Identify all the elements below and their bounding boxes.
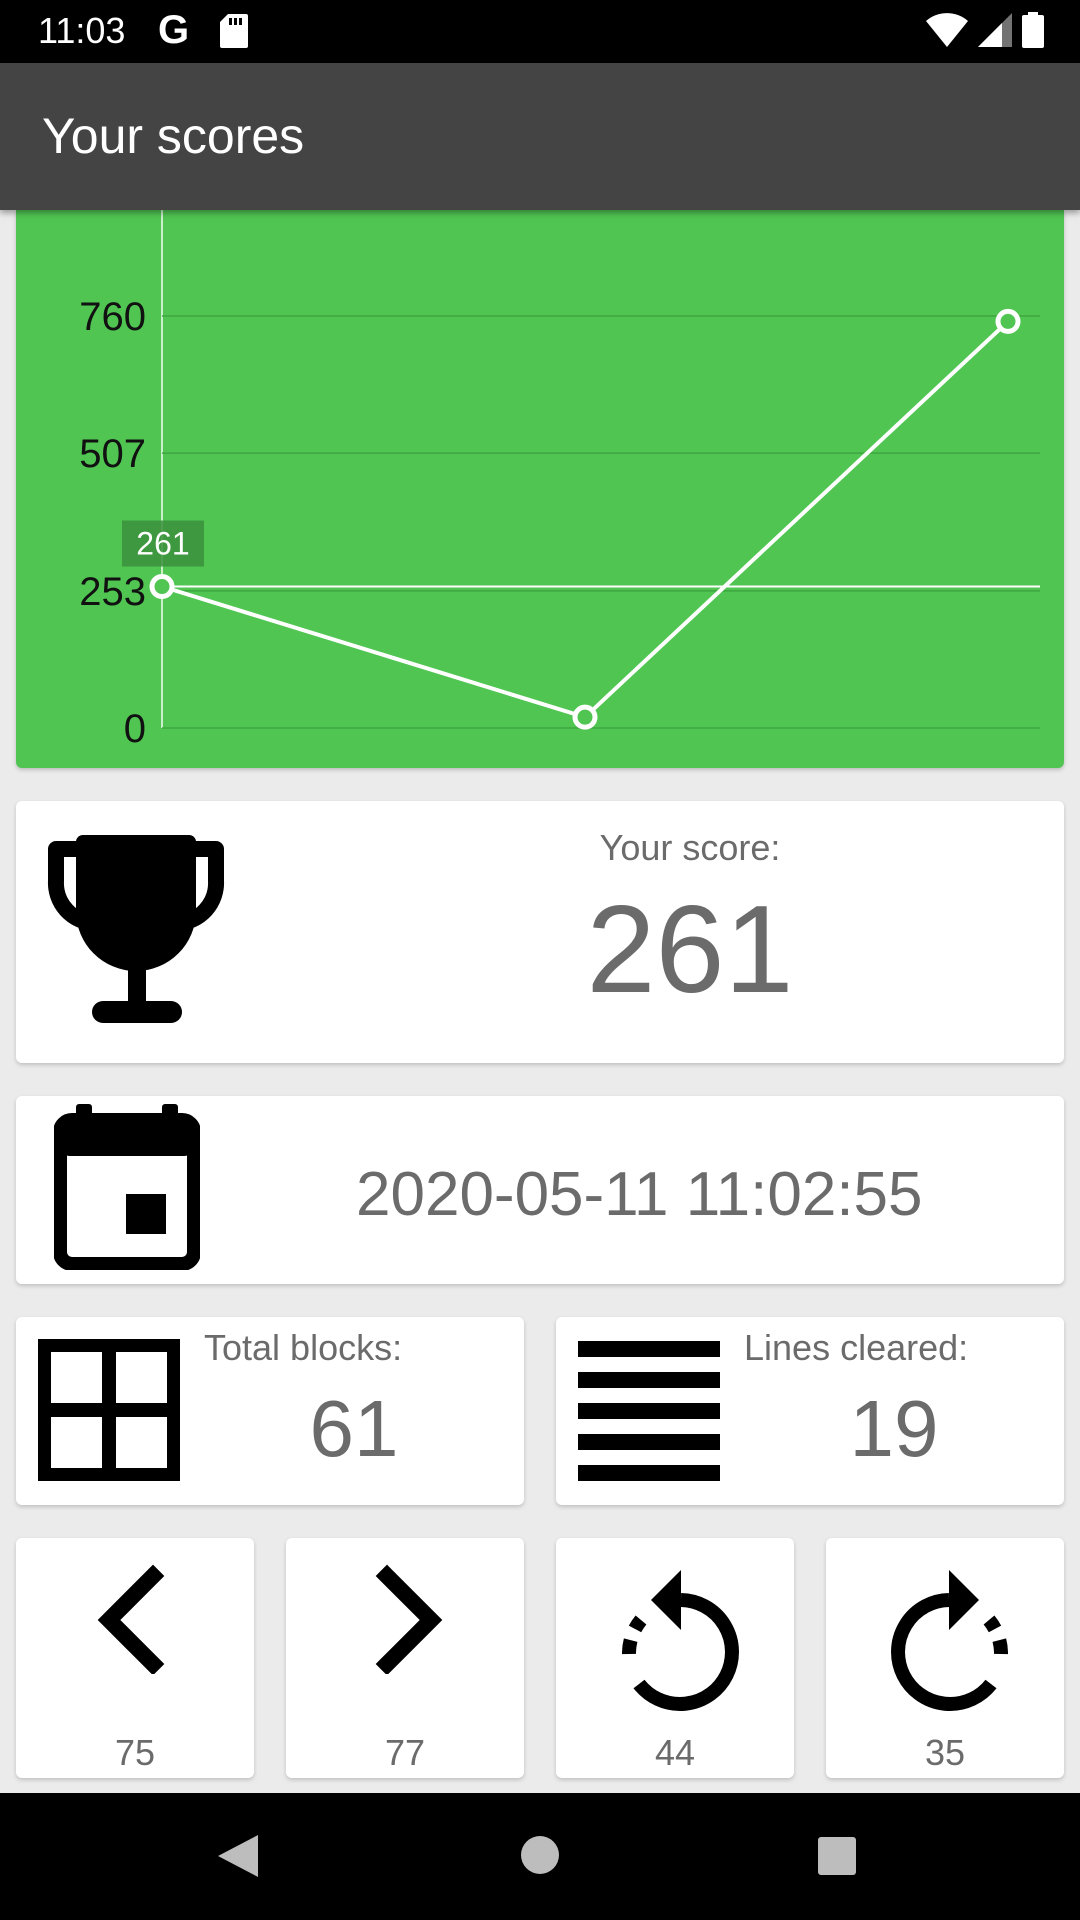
battery-icon xyxy=(1022,12,1044,48)
recents-icon[interactable] xyxy=(818,1837,856,1875)
grid-icon xyxy=(38,1339,180,1481)
move-left-count: 75 xyxy=(114,1732,156,1773)
total-blocks-label: Total blocks: xyxy=(204,1327,403,1368)
lines-cleared-card: Lines cleared: 19 xyxy=(556,1317,1064,1505)
rotate-left-card: 44 xyxy=(556,1538,794,1778)
rotate-right-card: 35 xyxy=(826,1538,1064,1778)
data-point[interactable] xyxy=(995,308,1021,334)
score-label: Your score: xyxy=(599,827,781,868)
signal-icon xyxy=(978,13,1012,47)
home-icon[interactable] xyxy=(520,1835,560,1875)
date-value: 2020-05-11 11:02:55 xyxy=(356,1160,923,1229)
lines-icon xyxy=(578,1341,720,1481)
status-bar: 11:03 G xyxy=(0,0,1080,63)
y-tick-label: 507 xyxy=(79,432,146,476)
move-right-card: 77 xyxy=(286,1538,524,1778)
score-chart[interactable]: 0 253 507 760 261 xyxy=(16,210,1064,768)
back-icon[interactable] xyxy=(216,1833,260,1879)
status-time: 11:03 xyxy=(38,10,126,51)
chevron-right-icon xyxy=(375,1564,443,1674)
date-card: 2020-05-11 11:02:55 xyxy=(16,1096,1064,1284)
wifi-icon xyxy=(926,13,968,47)
app-bar: Your scores xyxy=(0,63,1080,210)
total-blocks-card: Total blocks: 61 xyxy=(16,1317,524,1505)
navigation-bar xyxy=(0,1793,1080,1920)
chevron-left-icon xyxy=(97,1564,165,1674)
lines-cleared-value: 19 xyxy=(849,1384,939,1473)
score-value: 261 xyxy=(586,881,794,1019)
rotate-left-count: 44 xyxy=(654,1732,696,1773)
y-tick-label: 0 xyxy=(124,707,146,751)
total-blocks-value: 61 xyxy=(309,1384,399,1473)
series-line xyxy=(161,319,1010,720)
calendar-icon xyxy=(54,1104,200,1270)
data-point[interactable] xyxy=(149,574,175,600)
move-left-card: 75 xyxy=(16,1538,254,1778)
score-card: Your score: 261 xyxy=(16,801,1064,1063)
move-right-count: 77 xyxy=(384,1732,426,1773)
y-tick-label: 760 xyxy=(79,295,146,339)
rotate-right-count: 35 xyxy=(924,1732,966,1773)
sd-card-icon xyxy=(220,14,248,48)
rotate-left-icon xyxy=(622,1570,739,1711)
score-chart-svg: 0 253 507 760 261 xyxy=(79,210,1040,751)
google-icon: G xyxy=(158,8,190,52)
rotate-right-icon xyxy=(891,1570,1008,1711)
data-point[interactable] xyxy=(572,704,598,730)
highlight-label: 261 xyxy=(136,526,189,562)
y-tick-label: 253 xyxy=(79,570,146,614)
lines-cleared-label: Lines cleared: xyxy=(744,1327,969,1368)
page-title: Your scores xyxy=(42,108,305,164)
